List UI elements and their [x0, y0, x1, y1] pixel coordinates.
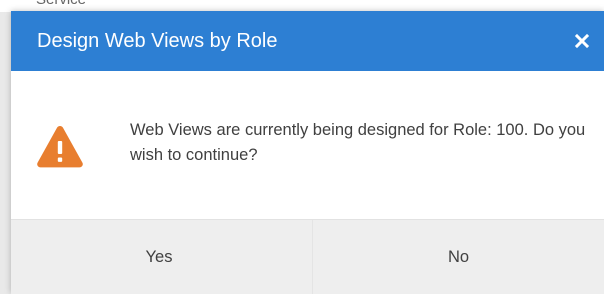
yes-button[interactable]: Yes [11, 220, 307, 294]
dialog-footer: Yes No [11, 219, 604, 294]
dialog-body: Web Views are currently being designed f… [11, 71, 604, 219]
dialog-message: Web Views are currently being designed f… [130, 121, 586, 164]
dialog-title: Design Web Views by Role [37, 30, 278, 52]
warning-icon [37, 126, 83, 168]
background-text: Service [36, 0, 86, 8]
close-icon [574, 33, 590, 49]
dialog-header: Design Web Views by Role [11, 11, 604, 71]
confirm-dialog: Design Web Views by Role Web Views are c… [11, 11, 604, 294]
no-button[interactable]: No [313, 220, 604, 294]
close-button[interactable] [570, 29, 594, 53]
